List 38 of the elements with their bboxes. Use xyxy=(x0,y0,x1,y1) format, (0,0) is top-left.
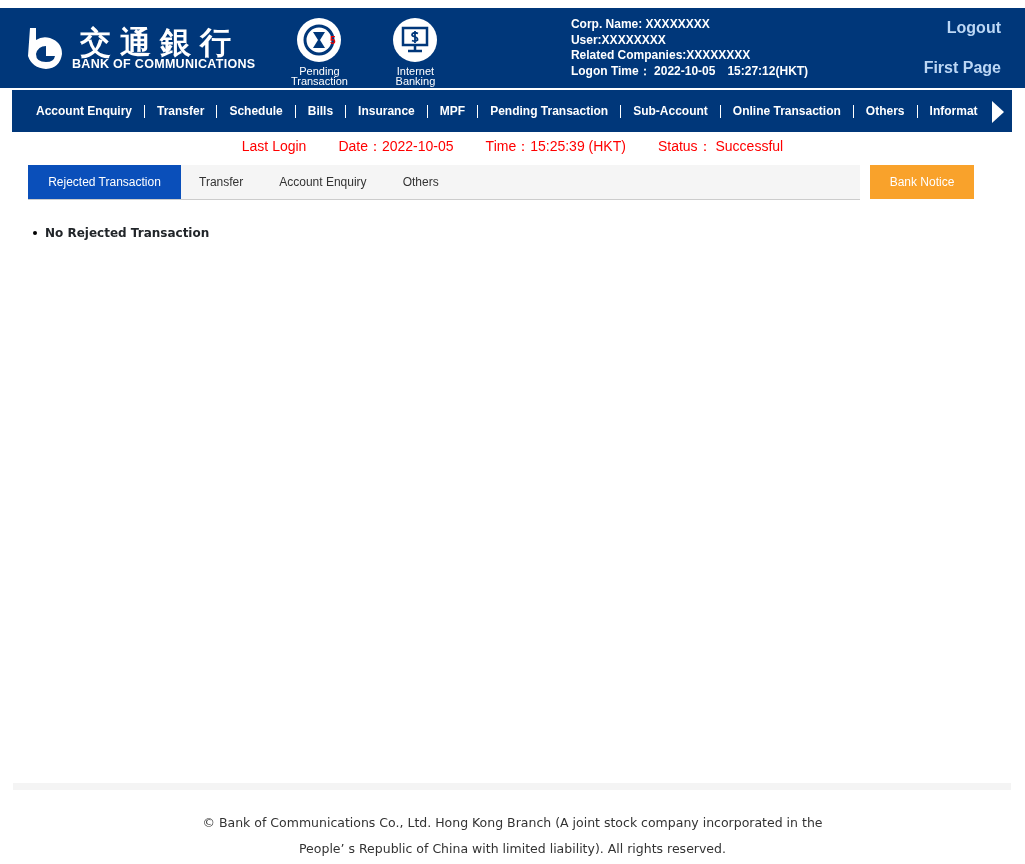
monitor-dollar-icon xyxy=(400,25,431,55)
nav-link[interactable]: Transfer xyxy=(157,102,205,120)
shortcut-button[interactable]: Internet Banking xyxy=(375,18,456,86)
logo-english-text: BANK OF COMMUNICATIONS xyxy=(72,58,256,70)
tab[interactable]: Transfer xyxy=(181,165,262,199)
message-text: No Rejected Transaction xyxy=(45,225,210,242)
header-link[interactable]: Logout xyxy=(946,16,1001,40)
nav-link[interactable]: Schedule xyxy=(229,102,283,120)
nav-link[interactable]: Bills xyxy=(307,102,334,120)
last-login-text: Time：15:25:39 (HKT) xyxy=(485,137,626,156)
user-info-text: Related Companies:XXXXXXXX xyxy=(570,48,752,64)
bullet-icon xyxy=(33,231,37,235)
tab[interactable]: Rejected Transaction xyxy=(28,165,181,199)
last-login-text: Status： Successful xyxy=(657,137,784,156)
shortcut-label: Pending Transaction xyxy=(289,66,349,86)
tab[interactable]: Account Enquiry xyxy=(261,165,385,199)
next-arrow-icon[interactable] xyxy=(992,100,1004,123)
nav-link[interactable]: Pending Transaction xyxy=(490,102,609,120)
tab[interactable]: Others xyxy=(384,165,457,199)
copyright-text: © Bank of Communications Co., Ltd. Hong Kong Branch (A joint stock company incorporated in the People’ s Republic of China with limited liability). All rights reserved. xyxy=(201,814,824,858)
shortcut-button[interactable]: 5 Pending Transaction xyxy=(279,18,360,86)
nav-link[interactable]: Insurance xyxy=(358,102,415,120)
shortcut-label: Internet Banking xyxy=(394,66,437,86)
last-login-text: Last Login xyxy=(241,137,307,156)
hourglass-cycle-icon xyxy=(302,23,337,57)
header-link[interactable]: First Page xyxy=(923,56,1001,80)
badge-count: 5 xyxy=(329,36,336,46)
logo-chinese-text: 交通銀行 xyxy=(80,26,240,58)
nav-link[interactable]: Online Transaction xyxy=(732,102,841,120)
nav-link[interactable]: Others xyxy=(865,102,905,120)
nav-link[interactable]: Informat xyxy=(929,102,978,120)
last-login-text: Date：2022-10-05 xyxy=(338,137,454,156)
nav-link[interactable]: MPF xyxy=(439,102,466,120)
nav-link[interactable]: Account Enquiry xyxy=(36,102,132,120)
user-info-text: User:XXXXXXXX xyxy=(570,32,667,48)
nav-link[interactable]: Sub-Account xyxy=(633,102,708,120)
user-info-text: Corp. Name: XXXXXXXX xyxy=(570,17,711,33)
user-info-text: Logon Time： 2022-10-05 15:27:12(HKT) xyxy=(570,63,809,79)
